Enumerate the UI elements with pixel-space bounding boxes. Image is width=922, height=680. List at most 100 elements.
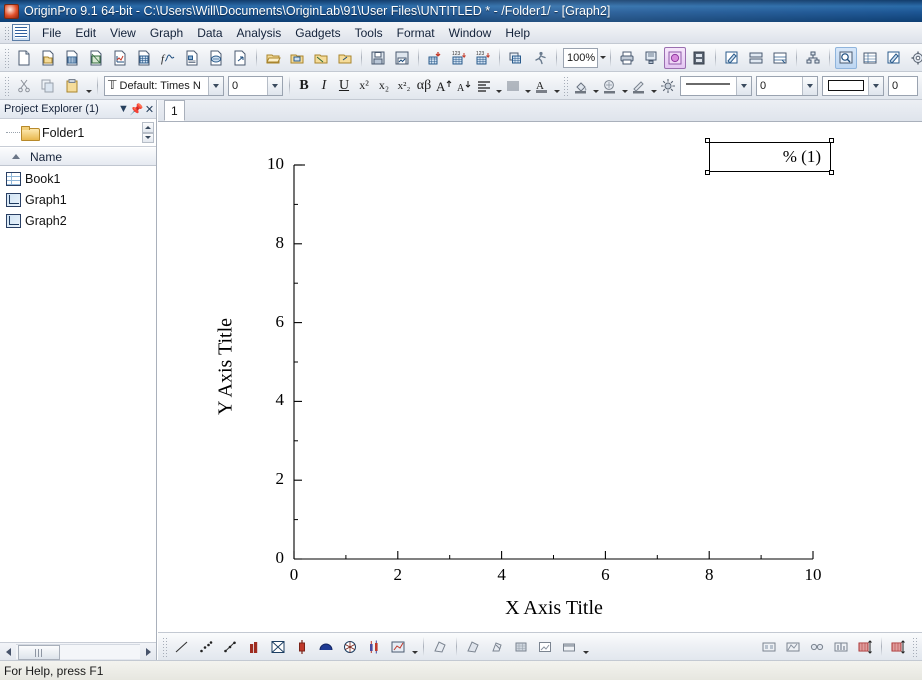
import-wizard-button[interactable] — [424, 47, 446, 69]
column-plot-button[interactable] — [243, 636, 265, 658]
line-spacing-button[interactable] — [503, 75, 523, 96]
layer-management-button[interactable] — [802, 47, 824, 69]
menu-item-view[interactable]: View — [103, 23, 143, 43]
new-function-plot-button[interactable]: f — [157, 47, 179, 69]
3d-surface-button[interactable] — [806, 636, 828, 658]
superscript-subscript-button[interactable]: x²₂ — [394, 75, 414, 96]
new-excel-button[interactable] — [85, 47, 107, 69]
new-layout-button[interactable] — [181, 47, 203, 69]
italic-button[interactable]: I — [314, 75, 334, 96]
line-width-dropdown-arrow[interactable] — [802, 76, 817, 95]
pin-icon[interactable]: 📌 — [130, 102, 144, 117]
unmask-button[interactable] — [558, 636, 580, 658]
menu-item-data[interactable]: Data — [190, 23, 229, 43]
new-matrix-button[interactable] — [133, 47, 155, 69]
script-window-button[interactable] — [883, 47, 905, 69]
import-multiple-ascii-button[interactable]: 123 — [472, 47, 494, 69]
font-size-combo[interactable]: 0 — [228, 75, 283, 96]
origin-menu-icon[interactable] — [12, 24, 30, 41]
line-symbol-plot-button[interactable] — [219, 636, 241, 658]
pattern-dropdown-arrow[interactable] — [620, 76, 629, 96]
new-notes-button[interactable] — [205, 47, 227, 69]
menu-grip[interactable] — [3, 24, 10, 41]
close-icon[interactable]: ✕ — [143, 102, 156, 117]
line-style-dropdown-arrow[interactable] — [736, 76, 751, 95]
line-color-button[interactable] — [629, 75, 649, 96]
menu-item-graph[interactable]: Graph — [143, 23, 190, 43]
toolbar-grip[interactable] — [4, 47, 10, 68]
list-item[interactable]: Book1 — [0, 168, 156, 189]
scroll-up-button[interactable] — [142, 122, 154, 133]
menu-item-gadgets[interactable]: Gadgets — [288, 23, 347, 43]
bold-button[interactable]: B — [294, 75, 314, 96]
font-combo[interactable]: 𝕋 Default: Times N — [104, 75, 224, 96]
print-preview-button[interactable] — [640, 47, 662, 69]
image-plot-button[interactable] — [854, 636, 876, 658]
x-axis-title[interactable]: X Axis Title — [414, 597, 694, 620]
menu-item-edit[interactable]: Edit — [68, 23, 103, 43]
superscript-button[interactable]: x² — [354, 75, 374, 96]
new-workbook-button[interactable] — [61, 47, 83, 69]
line-style-combo[interactable] — [680, 75, 752, 96]
project-explorer-column-header[interactable]: Name — [0, 147, 156, 166]
cut-button[interactable] — [13, 75, 35, 97]
new-folder-button[interactable] — [37, 47, 59, 69]
folder-label[interactable]: Folder1 — [42, 126, 84, 140]
line-width-combo[interactable]: 0 — [756, 75, 818, 96]
matrix-image-button[interactable] — [758, 636, 780, 658]
scroll-right-button[interactable] — [140, 644, 156, 660]
font-color-dropdown-arrow[interactable] — [552, 76, 561, 96]
copy-button[interactable] — [37, 75, 59, 97]
scatter-plot-button[interactable] — [195, 636, 217, 658]
graph-layer-tab-1[interactable]: 1 — [164, 100, 185, 121]
decrease-font-button[interactable]: A — [454, 75, 474, 96]
floating-column-button[interactable] — [291, 636, 313, 658]
run-script-button[interactable] — [529, 47, 551, 69]
format-toolbar-grip[interactable] — [4, 75, 10, 96]
open-excel-button[interactable] — [310, 47, 332, 69]
scroll-down-button[interactable] — [142, 132, 154, 143]
rescale-button[interactable] — [658, 75, 678, 96]
format-toolbar-grip-2[interactable] — [563, 75, 569, 96]
list-item[interactable]: Graph1 — [0, 189, 156, 210]
box-chart-button[interactable] — [363, 636, 385, 658]
zoom-combo[interactable]: 100% — [563, 47, 599, 68]
pattern-width-combo[interactable]: 0 — [888, 75, 918, 96]
list-item[interactable]: Graph2 — [0, 210, 156, 231]
ternary-plot-button[interactable] — [339, 636, 361, 658]
results-log-button[interactable] — [859, 47, 881, 69]
clipboard-dropdown-arrow[interactable] — [84, 76, 93, 96]
film-strip-button[interactable] — [688, 47, 710, 69]
font-dropdown-arrow[interactable] — [208, 76, 223, 95]
matrix-size-button[interactable] — [887, 636, 909, 658]
zoom-dropdown-arrow[interactable] — [600, 48, 607, 68]
underline-button[interactable]: U — [334, 75, 354, 96]
scrollbar-track[interactable] — [16, 644, 140, 660]
line-plot-button[interactable] — [171, 636, 193, 658]
subscript-button[interactable]: x₂ — [374, 75, 394, 96]
new-layer-button[interactable] — [721, 47, 743, 69]
new-project-button[interactable] — [13, 47, 35, 69]
project-explorer-hscrollbar[interactable] — [0, 642, 156, 660]
fill-pattern-dropdown-arrow[interactable] — [868, 76, 883, 95]
line-color-dropdown-arrow[interactable] — [649, 76, 658, 96]
paste-button[interactable] — [61, 75, 83, 97]
mask-data-button[interactable] — [534, 636, 556, 658]
bottom-toolbar-grip[interactable] — [162, 636, 168, 657]
increase-font-button[interactable]: A — [434, 75, 454, 96]
mask-range-button[interactable] — [462, 636, 484, 658]
fill-color-button[interactable] — [571, 75, 591, 96]
graph-canvas[interactable]: % (1) 10 8 6 4 2 0 0 2 4 6 8 10 X Axis T… — [158, 122, 922, 632]
text-align-button[interactable] — [474, 75, 494, 96]
greek-button[interactable]: αβ — [414, 75, 434, 96]
plot-types-dropdown-arrow[interactable] — [410, 637, 419, 657]
open-template-button[interactable] — [286, 47, 308, 69]
append-project-button[interactable] — [334, 47, 356, 69]
font-color-button[interactable]: A — [532, 75, 552, 96]
open-project-button[interactable] — [262, 47, 284, 69]
merge-graphs-button[interactable] — [769, 47, 791, 69]
import-single-ascii-button[interactable]: 123 — [448, 47, 470, 69]
menu-item-analysis[interactable]: Analysis — [230, 23, 289, 43]
fill-pattern-combo[interactable] — [822, 75, 884, 96]
scrollbar-thumb[interactable] — [18, 645, 60, 660]
